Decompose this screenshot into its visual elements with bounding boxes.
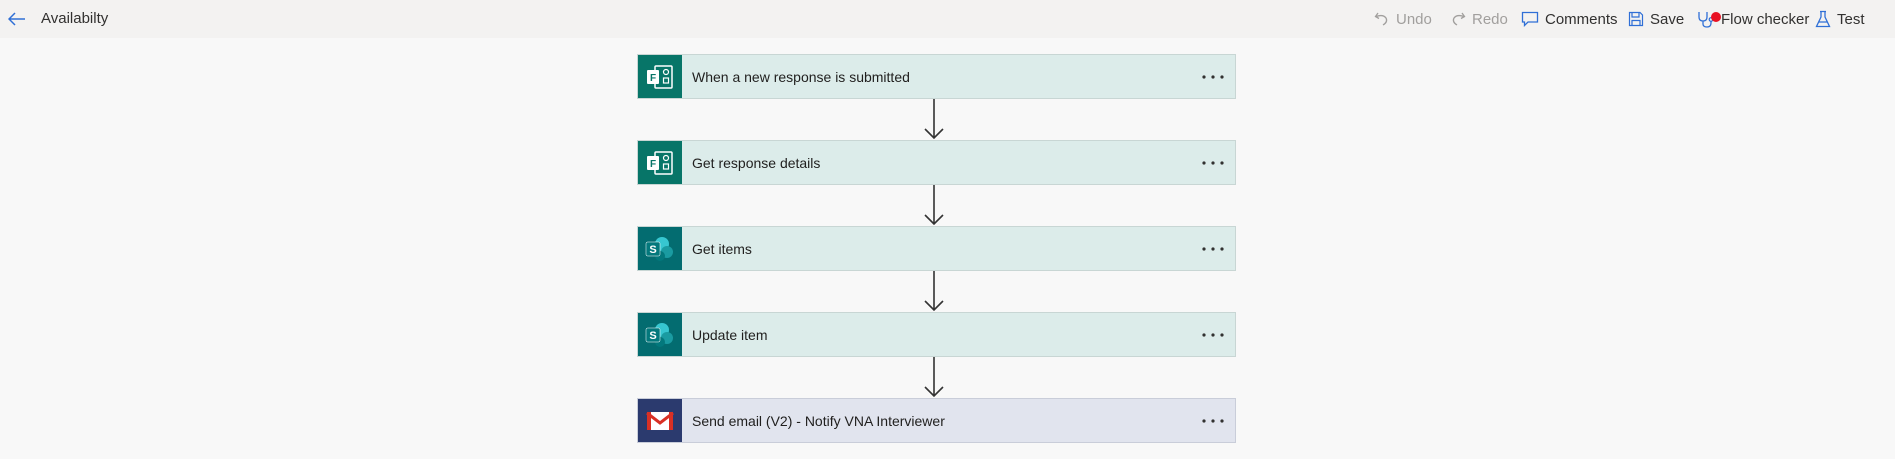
sharepoint-icon: S <box>638 227 682 270</box>
connector-arrow <box>922 271 946 318</box>
connector-arrow <box>922 99 946 146</box>
connector-arrow <box>922 185 946 232</box>
flow-step-get-response-details[interactable]: F Get response details <box>637 140 1236 185</box>
gmail-icon <box>638 399 682 442</box>
save-button[interactable]: Save <box>1628 0 1684 38</box>
redo-label: Redo <box>1472 10 1508 28</box>
stethoscope-icon <box>1697 10 1721 28</box>
save-icon <box>1628 11 1644 27</box>
flow-step-update-item[interactable]: S Update item <box>637 312 1236 357</box>
beaker-icon <box>1815 10 1831 28</box>
more-options-icon[interactable] <box>1199 407 1227 435</box>
step-label: Send email (V2) - Notify VNA Interviewer <box>692 412 945 429</box>
undo-button[interactable]: Undo <box>1374 0 1432 38</box>
flow-title: Availabilty <box>41 10 109 27</box>
more-options-icon[interactable] <box>1199 63 1227 91</box>
svg-text:S: S <box>649 330 656 342</box>
save-label: Save <box>1650 10 1685 28</box>
more-options-icon[interactable] <box>1199 149 1227 177</box>
command-bar: Availabilty Undo Redo Comments Save Flow… <box>0 0 1895 38</box>
redo-button[interactable]: Redo <box>1450 0 1508 38</box>
back-arrow-icon[interactable] <box>6 8 28 30</box>
step-label: When a new response is submitted <box>692 68 910 85</box>
step-label: Get items <box>692 240 752 257</box>
svg-text:S: S <box>649 244 656 256</box>
flow-checker-label: Flow checker <box>1721 10 1810 28</box>
flow-canvas: F When a new response is submitted F Get… <box>0 38 1895 459</box>
comments-label: Comments <box>1545 10 1618 28</box>
more-options-icon[interactable] <box>1199 235 1227 263</box>
svg-text:F: F <box>650 73 656 84</box>
test-button[interactable]: Test <box>1815 0 1865 38</box>
step-label: Update item <box>692 326 768 343</box>
flow-checker-badge <box>1711 12 1721 22</box>
more-options-icon[interactable] <box>1199 321 1227 349</box>
flow-step-send-email[interactable]: Send email (V2) - Notify VNA Interviewer <box>637 398 1236 443</box>
comment-icon <box>1521 11 1539 27</box>
undo-icon <box>1374 11 1390 27</box>
undo-label: Undo <box>1396 10 1432 28</box>
redo-icon <box>1450 11 1466 27</box>
forms-icon: F <box>638 55 682 98</box>
forms-icon: F <box>638 141 682 184</box>
svg-text:F: F <box>650 159 656 170</box>
connector-arrow <box>922 357 946 404</box>
sharepoint-icon: S <box>638 313 682 356</box>
step-label: Get response details <box>692 154 821 171</box>
flow-step-trigger[interactable]: F When a new response is submitted <box>637 54 1236 99</box>
test-label: Test <box>1837 10 1865 28</box>
comments-button[interactable]: Comments <box>1521 0 1618 38</box>
flow-checker-button[interactable]: Flow checker <box>1697 0 1809 38</box>
flow-step-get-items[interactable]: S Get items <box>637 226 1236 271</box>
